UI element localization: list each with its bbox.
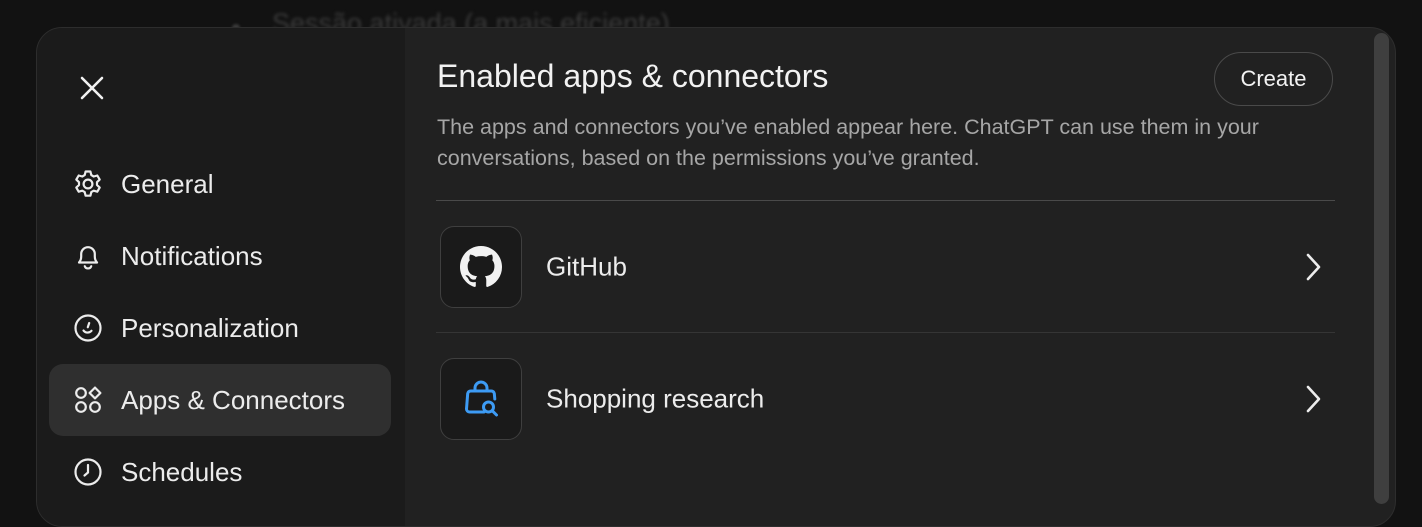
app-icon-tile: [440, 226, 522, 308]
sidebar-item-label: Notifications: [121, 240, 263, 271]
gear-icon: [71, 167, 105, 201]
row-divider: [436, 332, 1335, 333]
close-icon: [80, 76, 104, 100]
github-icon: [460, 246, 502, 287]
app-row-github[interactable]: GitHub: [436, 217, 1335, 317]
chevron-right-icon: [1301, 382, 1325, 416]
scrollbar-thumb[interactable]: [1374, 33, 1389, 504]
sidebar-item-schedules[interactable]: Schedules: [49, 436, 391, 508]
close-button[interactable]: [69, 68, 115, 108]
page-description: The apps and connectors you’ve enabled a…: [437, 115, 1259, 170]
app-row-shopping-research[interactable]: Shopping research: [436, 349, 1335, 449]
settings-modal: General Notifications Personalization Ap…: [36, 27, 1396, 527]
page-title: Enabled apps & connectors: [437, 58, 829, 94]
sidebar-item-label: General: [121, 168, 214, 199]
sidebar-item-notifications[interactable]: Notifications: [49, 220, 391, 292]
app-name: Shopping research: [546, 383, 765, 414]
apps-icon: [71, 383, 105, 417]
sidebar-item-personalization[interactable]: Personalization: [49, 292, 391, 364]
sidebar-item-apps-connectors[interactable]: Apps & Connectors: [49, 364, 391, 436]
personalization-icon: [71, 311, 105, 345]
shopping-bag-search-icon: [465, 380, 498, 417]
settings-sidebar: General Notifications Personalization Ap…: [37, 28, 405, 526]
sidebar-item-label: Personalization: [121, 312, 299, 343]
sidebar-item-label: Apps & Connectors: [121, 384, 346, 415]
sidebar-item-label: Schedules: [121, 456, 243, 487]
settings-content: Enabled apps & connectors Create The app…: [405, 28, 1395, 526]
clock-icon: [71, 455, 105, 489]
chevron-right-icon: [1301, 250, 1325, 284]
app-icon-tile: [440, 358, 522, 440]
create-button[interactable]: Create: [1214, 52, 1333, 106]
app-name: GitHub: [546, 251, 627, 282]
section-divider: [436, 200, 1335, 201]
sidebar-item-general[interactable]: General: [49, 148, 391, 220]
bell-icon: [71, 239, 105, 273]
